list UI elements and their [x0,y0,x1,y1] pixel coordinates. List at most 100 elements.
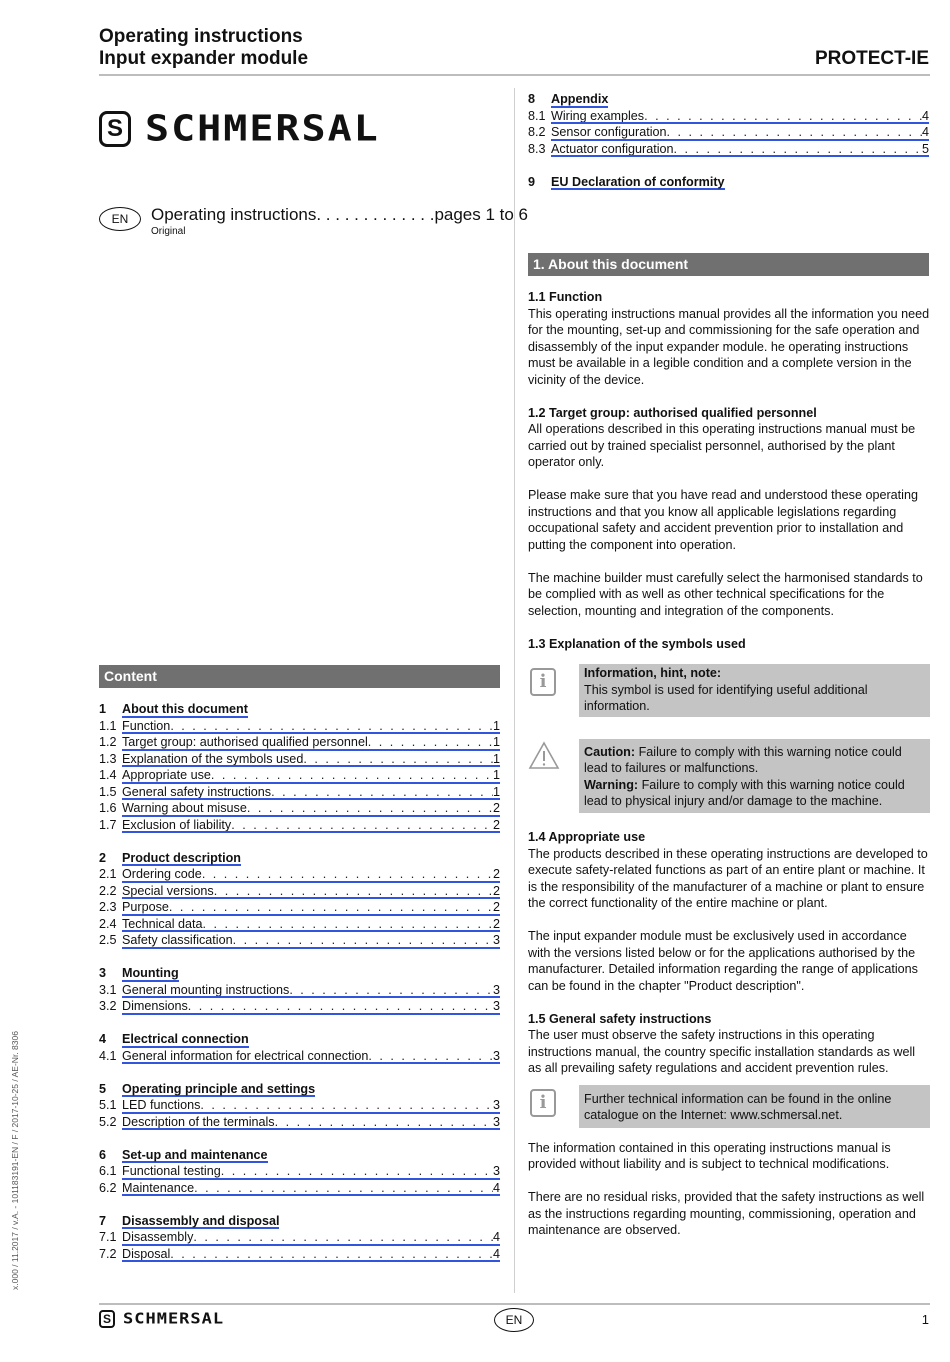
toc-chapter[interactable]: 2 Product description [99,850,500,866]
title-line-2: Input expander module [99,48,309,69]
toc-chapter-number: 2 [99,850,107,865]
toc-chapter[interactable]: 6 Set-up and maintenance [99,1147,500,1163]
toc-entry[interactable]: 3.1 General mounting instructions 3 [99,982,500,998]
toc-entry[interactable]: 5.1 LED functions 3 [99,1097,500,1114]
toc-entry-link[interactable]: Safety classification 3 [122,932,500,949]
toc-entry-link[interactable]: Exclusion of liability 2 [122,817,500,833]
header-divider [99,74,930,76]
toc-entry[interactable]: 2.5 Safety classification 3 [99,932,500,949]
toc-entry[interactable]: 1.5 General safety instructions 1 [99,784,500,800]
toc-chapter-link[interactable]: Appendix [551,91,609,108]
toc-entry[interactable]: 2.1 Ordering code 2 [99,866,500,883]
toc-chapter-link[interactable]: About this document [122,701,248,718]
schmersal-logo-icon: S [99,111,131,147]
toc-chapter-number: 4 [99,1032,107,1046]
toc-entry-link[interactable]: Appropriate use 1 [122,767,500,784]
toc-chapter-link[interactable]: Set-up and maintenance [122,1147,268,1163]
toc-entry-link[interactable]: Special versions 2 [122,883,500,899]
toc-chapter[interactable]: 1 About this document [99,701,500,718]
toc-entry-link[interactable]: Explanation of the symbols used 1 [122,751,500,767]
subsection-1-4-text-1: The products described in these operatin… [528,846,928,911]
toc-entry[interactable]: 1.4 Appropriate use 1 [99,767,500,784]
toc-entry[interactable]: 4.1 General information for electrical co… [99,1048,500,1064]
toc-entry[interactable]: 8.2 Sensor configuration 4 [528,124,929,141]
toc-entry-link[interactable]: Disposal 4 [122,1246,500,1262]
toc-chapter-link[interactable]: Mounting [122,965,179,982]
toc-entry-label: Appropriate use [122,768,211,782]
toc-entry-page: 1 [492,735,500,749]
toc-group: 3 Mounting 3.1 General mounting instruction… [99,965,500,1015]
toc-entry[interactable]: 1.1 Function 1 [99,718,500,734]
toc-entry-page: 1 [492,718,500,733]
toc-entry-link[interactable]: Disassembly 4 [122,1229,500,1246]
toc-entry-page: 4 [921,108,929,123]
toc-entry-link[interactable]: Actuator configuration 5 [551,141,929,157]
toc-entry-link[interactable]: Description of the terminals 3 [122,1114,500,1130]
toc-entry[interactable]: 6.1 Functional testing 3 [99,1163,500,1180]
toc-leader-dots [193,1229,493,1244]
toc-entry-link[interactable]: Warning about misuse 2 [122,800,500,817]
toc-entry[interactable]: 7.1 Disassembly 4 [99,1229,500,1246]
toc-entry[interactable]: 8.3 Actuator configuration 5 [528,141,929,157]
toc-entry[interactable]: 1.2 Target group: authorised qualified pe… [99,734,500,751]
toc-leader-dots [247,800,493,815]
toc-chapter[interactable]: 5 Operating principle and settings [99,1081,500,1097]
toc-leader-dots [275,1114,493,1129]
toc-heading: Content [99,665,500,688]
toc-chapter[interactable]: 8 Appendix [528,91,929,108]
toc-entry-link[interactable]: Sensor configuration 4 [551,124,929,141]
toc-entry-number: 8.1 [528,108,546,123]
toc-entry[interactable]: 1.3 Explanation of the symbols used 1 [99,751,500,767]
toc-entry-link[interactable]: Functional testing 3 [122,1163,500,1180]
language-entry: EN Operating instructions. . . . . . . .… [99,205,528,237]
toc-chapter[interactable]: 3 Mounting [99,965,500,982]
toc-leader-dots [674,141,922,156]
toc-entry-link[interactable]: Function 1 [122,718,500,734]
section-1-body: 1.1 Function This operating instructions… [528,289,930,1255]
toc-chapter[interactable]: 4 Electrical connection [99,1031,500,1048]
toc-leader-dots [368,734,493,749]
toc-entry-link[interactable]: Technical data 2 [122,916,500,932]
toc-entry-link[interactable]: General mounting instructions 3 [122,982,500,998]
toc-entry-link[interactable]: Purpose 2 [122,899,500,916]
toc-entry-page: 2 [492,817,500,832]
toc-chapter-link[interactable]: Electrical connection [122,1031,249,1048]
toc-chapter-link[interactable]: EU Declaration of conformity [551,174,725,190]
toc-entry-page: 4 [492,1230,500,1244]
toc-entry-page: 4 [921,125,929,139]
toc-entry[interactable]: 6.2 Maintenance 4 [99,1180,500,1196]
toc-chapter-link[interactable]: Operating principle and settings [122,1081,316,1097]
toc-entry-link[interactable]: Ordering code 2 [122,866,500,883]
toc-entry[interactable]: 7.2 Disposal 4 [99,1246,500,1262]
toc-chapter-link[interactable]: Product description [122,850,241,866]
toc-leader-dots [169,899,493,914]
toc-entry-link[interactable]: Maintenance 4 [122,1180,500,1196]
toc-entry-link[interactable]: General information for electrical conne… [122,1048,500,1064]
toc-entry-page: 3 [492,999,500,1013]
toc-entry[interactable]: 2.3 Purpose 2 [99,899,500,916]
toc-chapter-link[interactable]: Disassembly and disposal [122,1213,280,1229]
toc-entry-link[interactable]: Target group: authorised qualified perso… [122,734,500,751]
toc-entry-page: 3 [492,1164,500,1178]
toc-entry-link[interactable]: General safety instructions 1 [122,784,500,800]
toc-entry-link[interactable]: LED functions 3 [122,1097,500,1114]
toc-entry-number: 5.1 [99,1098,117,1112]
catalogue-note-text: Further technical information can be fou… [584,1091,892,1123]
toc-leader-dots [368,1048,493,1063]
toc-leader-dots [211,767,493,782]
toc-chapter[interactable]: 9 EU Declaration of conformity [528,174,929,190]
toc-chapter[interactable]: 7 Disassembly and disposal [99,1213,500,1229]
toc-entry-link[interactable]: Wiring examples 4 [551,108,929,124]
toc-chapter-number: 8 [528,92,536,106]
toc-entry-label: Disposal [122,1246,171,1261]
toc-entry-link[interactable]: Dimensions 3 [122,998,500,1015]
toc-entry[interactable]: 5.2 Description of the terminals 3 [99,1114,500,1130]
toc-entry[interactable]: 1.7 Exclusion of liability 2 [99,817,500,833]
toc-entry[interactable]: 8.1 Wiring examples 4 [528,108,929,124]
toc-entry-page: 4 [492,1246,500,1261]
toc-leader-dots [667,124,922,139]
toc-entry[interactable]: 1.6 Warning about misuse 2 [99,800,500,817]
toc-entry[interactable]: 3.2 Dimensions 3 [99,998,500,1015]
toc-entry[interactable]: 2.2 Special versions 2 [99,883,500,899]
toc-entry[interactable]: 2.4 Technical data 2 [99,916,500,932]
